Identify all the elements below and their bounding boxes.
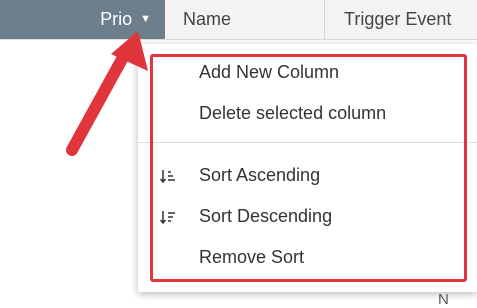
annotation-arrow-icon xyxy=(66,31,148,156)
